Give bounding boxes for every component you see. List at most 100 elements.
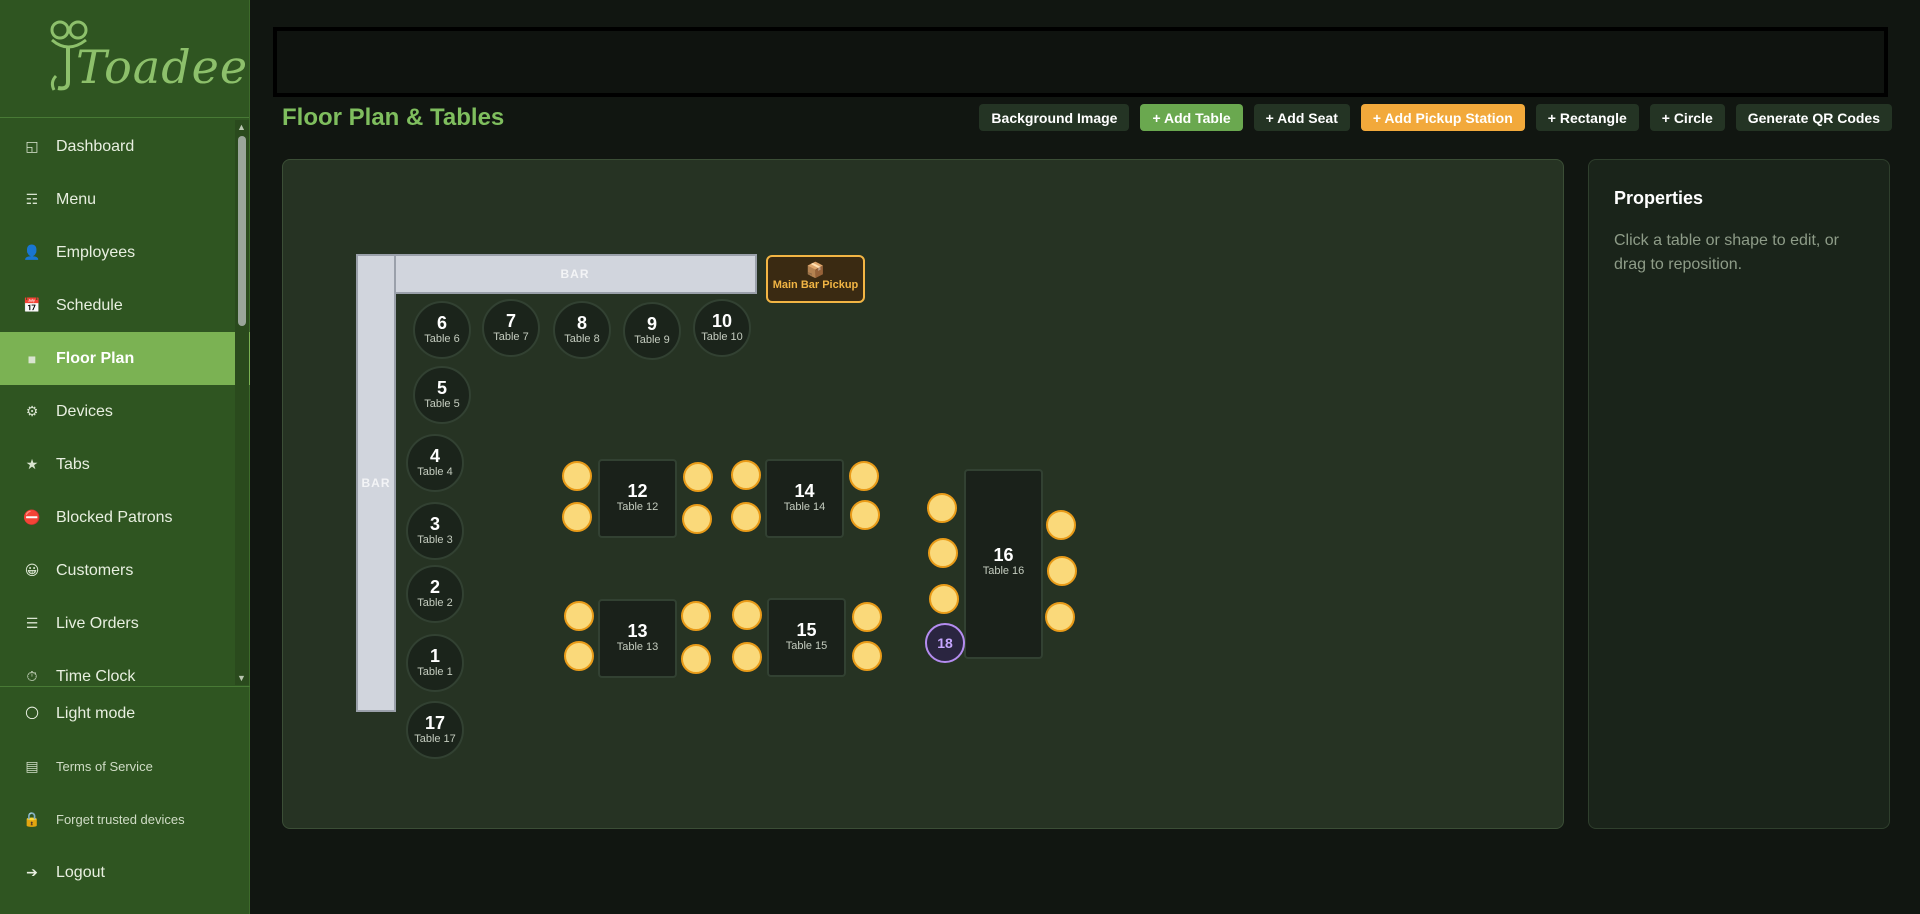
seat[interactable] [731,502,761,532]
add-seat-button[interactable]: + Add Seat [1253,104,1350,131]
table-number: 8 [576,313,587,333]
seat[interactable] [928,538,958,568]
nav-item-menu[interactable]: ☶ Menu [0,173,250,226]
seat[interactable] [562,461,592,491]
table-3[interactable]: 3 Table 3 [406,502,464,560]
logout-button[interactable]: ➔ Logout [0,846,250,899]
background-image-button[interactable]: Background Image [979,104,1130,131]
table-4[interactable]: 4 Table 4 [406,434,464,492]
seat[interactable] [564,641,594,671]
package-icon: 📦 [806,262,825,279]
seat[interactable] [562,502,592,532]
nav-item-customers[interactable]: 😀 Customers [0,544,250,597]
terms-of-service-link[interactable]: ▤ Terms of Service [0,740,250,793]
seat-marker-18[interactable]: 18 [925,623,965,663]
table-number: 16 [993,545,1014,565]
seat[interactable] [683,462,713,492]
seat[interactable] [681,644,711,674]
generate-qr-codes-button[interactable]: Generate QR Codes [1735,104,1892,131]
seat[interactable] [929,584,959,614]
lock-icon: 🔒 [23,811,41,827]
table-17[interactable]: 17 Table 17 [406,701,464,759]
bar-horizontal[interactable]: BAR [393,254,757,294]
seat[interactable] [1045,602,1075,632]
person-icon: 👤 [23,244,41,260]
seat[interactable] [852,641,882,671]
forget-trusted-devices-button[interactable]: 🔒 Forget trusted devices [0,793,250,846]
seat[interactable] [850,500,880,530]
table-number: 2 [429,577,440,597]
table-6[interactable]: 6 Table 6 [413,301,471,359]
nav-item-schedule[interactable]: 📅 Schedule [0,279,250,332]
table-number: 17 [424,713,446,733]
table-number: 7 [505,311,516,331]
seat[interactable] [682,504,712,534]
bar-vertical[interactable]: BAR [356,254,396,712]
table-number: 13 [627,621,648,641]
nav-item-devices[interactable]: ⚙ Devices [0,385,250,438]
pickup-station-label: Main Bar Pickup [772,279,859,291]
add-rectangle-button[interactable]: + Rectangle [1535,104,1639,131]
properties-hint: Click a table or shape to edit, or drag … [1614,232,1840,273]
table-label: Table 5 [424,398,460,410]
nav-item-tabs[interactable]: ★ Tabs [0,438,250,491]
add-circle-button[interactable]: + Circle [1649,104,1725,131]
table-label: Table 14 [783,501,826,513]
seat[interactable] [564,601,594,631]
sidebar-scrollbar[interactable]: ▲ ▼ [235,120,249,685]
table-7[interactable]: 7 Table 7 [482,299,540,357]
table-number: 10 [711,311,733,331]
scrollbar-thumb[interactable] [238,136,246,326]
table-number: 15 [796,620,817,640]
seat[interactable] [852,602,882,632]
seat[interactable] [732,600,762,630]
table-label: Table 1 [417,666,453,678]
calendar-icon: 📅 [23,297,41,313]
add-pickup-station-button[interactable]: + Add Pickup Station [1360,104,1525,131]
nav-item-blocked-patrons[interactable]: ⛔ Blocked Patrons [0,491,250,544]
table-5[interactable]: 5 Table 5 [413,366,471,424]
add-table-button[interactable]: + Add Table [1140,104,1243,131]
table-label: Table 17 [414,733,456,745]
table-8[interactable]: 8 Table 8 [553,301,611,359]
brand-logo[interactable]: Toadee [0,0,249,118]
table-15[interactable]: 15 Table 15 [767,598,846,677]
seat[interactable] [1047,556,1077,586]
list-icon: ☰ [25,615,39,631]
table-9[interactable]: 9 Table 9 [623,302,681,360]
table-label: Table 6 [424,333,460,345]
brand-name: Toadee [76,40,249,94]
seat[interactable] [927,493,957,523]
sidebar: Toadee ◱ Dashboard ☶ Menu 👤 Employees 📅 Schedul… [0,0,250,914]
table-13[interactable]: 13 Table 13 [598,599,677,678]
nav-item-floor-plan[interactable]: ■ Floor Plan [0,332,250,385]
seat[interactable] [731,460,761,490]
pickup-station-main-bar[interactable]: 📦 Main Bar Pickup [766,255,865,303]
footer-item-label: Forget trusted devices [56,812,185,827]
scroll-down-icon[interactable]: ▼ [237,673,246,683]
seat[interactable] [1046,510,1076,540]
document-icon: ▤ [25,758,39,774]
floor-plan-canvas[interactable]: BAR BAR 📦 Main Bar Pickup 6 Table 6 7 Tabl… [282,159,1564,829]
nav-item-dashboard[interactable]: ◱ Dashboard [0,120,250,173]
table-14[interactable]: 14 Table 14 [765,459,844,538]
table-label: Table 4 [417,466,453,478]
nav-item-label: Live Orders [56,614,139,632]
table-2[interactable]: 2 Table 2 [406,565,464,623]
light-mode-toggle[interactable]: 🌕 Light mode [0,687,250,740]
table-16[interactable]: 16 Table 16 [964,469,1043,659]
nav-item-label: Employees [56,243,136,261]
table-10[interactable]: 10 Table 10 [693,299,751,357]
nav-item-live-orders[interactable]: ☰ Live Orders [0,597,250,650]
seat[interactable] [849,461,879,491]
table-1[interactable]: 1 Table 1 [406,634,464,692]
table-12[interactable]: 12 Table 12 [598,459,677,538]
nav-item-time-clock[interactable]: ⏱ Time Clock [0,650,250,685]
scroll-up-icon[interactable]: ▲ [237,122,246,132]
seat[interactable] [681,601,711,631]
face-icon: 😀 [24,562,40,578]
seat[interactable] [732,642,762,672]
nav-item-label: Customers [56,561,134,579]
nav-item-employees[interactable]: 👤 Employees [0,226,250,279]
star-icon: ★ [25,456,39,472]
